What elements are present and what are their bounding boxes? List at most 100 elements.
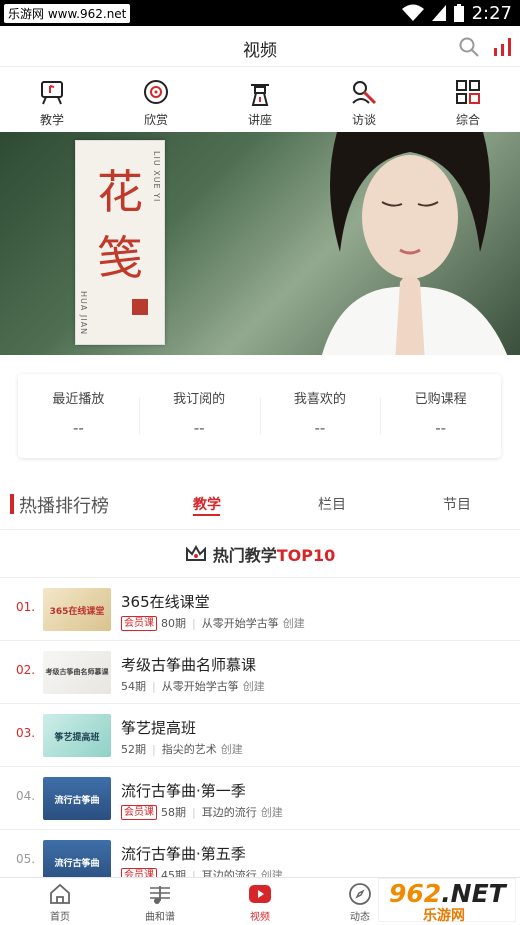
course-meta: 54期 | 从零开始学古筝 创建 <box>121 679 265 694</box>
stat-liked[interactable]: 我喜欢的 -- <box>259 374 381 458</box>
stat-label: 最近播放 <box>52 392 105 407</box>
section-marker <box>10 494 14 514</box>
watermark-label: 乐游网 www.962.net <box>4 4 131 23</box>
list-item[interactable]: 01. 365在线课堂 365在线课堂 会员课 80期 | 从零开始学古筝 创建 <box>0 578 520 641</box>
course-meta: 会员课 80期 | 从零开始学古筝 创建 <box>121 615 305 631</box>
stat-value: -- <box>314 419 326 437</box>
watermark-brand: 962.NET <box>389 879 506 908</box>
course-meta: 会员课 58期 | 耳边的流行 创建 <box>121 804 283 820</box>
tab-teaching[interactable]: 教学 <box>193 494 221 514</box>
course-title: 365在线课堂 <box>121 593 210 611</box>
list-item[interactable]: 02. 考级古筝曲名师慕课 考级古筝曲名师慕课 54期 | 从零开始学古筝 创建 <box>0 641 520 704</box>
course-title: 筝艺提高班 <box>121 719 197 737</box>
category-general[interactable]: 综合 <box>416 67 520 132</box>
user-stats-card: 最近播放 -- 我订阅的 -- 我喜欢的 -- 已购课程 -- <box>18 374 501 458</box>
created-label: 创建 <box>282 617 305 630</box>
course-list: 01. 365在线课堂 365在线课堂 会员课 80期 | 从零开始学古筝 创建… <box>0 578 520 893</box>
clock: 2:27 <box>471 2 512 24</box>
woman-praying-illustration <box>322 132 508 355</box>
course-author: 指尖的艺术 <box>161 743 217 756</box>
ranking-header: 热播排行榜 教学 栏目 节目 <box>0 484 520 530</box>
stat-subscribed[interactable]: 我订阅的 -- <box>138 374 260 458</box>
created-label: 创建 <box>220 743 243 756</box>
nav-video[interactable]: 视频 <box>210 878 310 925</box>
top10-heading: 热门教学TOP10 <box>0 530 520 578</box>
category-interview[interactable]: 访谈 <box>312 67 416 132</box>
category-lecture[interactable]: 讲座 <box>208 67 312 132</box>
red-seal <box>132 299 148 315</box>
category-label: 综合 <box>455 113 480 127</box>
stat-purchased[interactable]: 已购课程 -- <box>380 374 501 458</box>
category-label: 欣赏 <box>143 113 168 127</box>
calligraphy-text: 花笺 <box>97 165 143 285</box>
course-thumbnail: 筝艺提高班 <box>43 714 111 757</box>
episode-count: 52期 <box>121 743 146 756</box>
course-thumbnail: 考级古筝曲名师慕课 <box>43 651 111 694</box>
appreciate-icon <box>144 80 168 104</box>
course-thumbnail: 365在线课堂 <box>43 588 111 631</box>
home-icon <box>50 883 70 904</box>
compass-icon <box>349 883 371 905</box>
tab-programs[interactable]: 节目 <box>443 494 471 514</box>
teaching-icon <box>41 81 63 105</box>
category-teaching[interactable]: 教学 <box>0 67 104 132</box>
lecture-icon <box>251 84 269 106</box>
stat-label: 我喜欢的 <box>293 392 346 407</box>
nav-label: 曲和谱 <box>145 912 175 923</box>
category-label: 访谈 <box>351 113 376 127</box>
stat-value: -- <box>193 419 205 437</box>
member-badge: 会员课 <box>121 804 157 820</box>
category-nav: 教学 欣赏 讲座 访谈 综合 <box>0 67 520 132</box>
nav-home[interactable]: 首页 <box>10 878 110 925</box>
active-tab-underline <box>193 514 220 516</box>
ranking-chart-icon[interactable] <box>492 36 514 58</box>
member-badge: 会员课 <box>121 615 157 631</box>
nav-music-score[interactable]: 曲和谱 <box>110 878 210 925</box>
search-icon[interactable] <box>458 36 480 58</box>
created-label: 创建 <box>242 680 265 693</box>
episode-count: 54期 <box>121 680 146 693</box>
category-label: 教学 <box>39 113 64 127</box>
music-score-icon <box>150 886 170 904</box>
page-title: 视频 <box>243 41 277 61</box>
site-watermark-logo: 962.NET 乐游网 <box>378 878 516 924</box>
signal-icon <box>431 5 446 21</box>
promo-banner[interactable]: 花笺 LIU XUE YI HUA JIAN <box>0 132 520 355</box>
rank-number: 03. <box>16 726 36 740</box>
category-appreciate[interactable]: 欣赏 <box>104 67 208 132</box>
scroll-side-text: HUA JIAN <box>79 291 88 336</box>
course-title: 流行古筝曲·第一季 <box>121 782 246 800</box>
created-label: 创建 <box>260 806 283 819</box>
list-item[interactable]: 04. 流行古筝曲 流行古筝曲·第一季 会员课 58期 | 耳边的流行 创建 <box>0 767 520 830</box>
status-icons: 2:27 <box>401 2 512 24</box>
nav-label: 视频 <box>250 912 270 923</box>
course-meta: 52期 | 指尖的艺术 创建 <box>121 742 243 757</box>
status-bar: 乐游网 www.962.net 2:27 <box>0 0 520 26</box>
stat-label: 我订阅的 <box>173 392 226 407</box>
course-thumbnail: 流行古筝曲 <box>43 777 111 820</box>
scroll-side-text: LIU XUE YI <box>152 151 161 203</box>
interview-icon <box>352 81 377 105</box>
episode-count: 80期 <box>161 617 186 630</box>
list-item[interactable]: 03. 筝艺提高班 筝艺提高班 52期 | 指尖的艺术 创建 <box>0 704 520 767</box>
crown-icon <box>185 544 206 561</box>
thumbnail-caption: 流行古筝曲 <box>54 796 100 806</box>
episode-count: 58期 <box>161 806 186 819</box>
rank-number: 02. <box>16 663 36 677</box>
stat-recent-play[interactable]: 最近播放 -- <box>18 374 139 458</box>
course-title: 考级古筝曲名师慕课 <box>121 656 257 674</box>
thumbnail-caption: 365在线课堂 <box>49 607 105 617</box>
nav-label: 首页 <box>50 912 70 923</box>
stat-value: -- <box>72 419 84 437</box>
battery-icon <box>453 4 464 22</box>
watermark-brand-name: 乐游网 <box>423 908 465 924</box>
nav-label: 动态 <box>350 912 370 923</box>
thumbnail-caption: 筝艺提高班 <box>54 733 100 743</box>
thumbnail-caption: 流行古筝曲 <box>54 859 100 869</box>
tab-columns[interactable]: 栏目 <box>318 494 346 514</box>
stat-value: -- <box>435 419 447 437</box>
calligraphy-scroll: 花笺 LIU XUE YI HUA JIAN <box>75 140 165 345</box>
course-title: 流行古筝曲·第五季 <box>121 845 246 863</box>
top10-title: 热门教学TOP10 <box>212 545 336 565</box>
course-author: 从零开始学古筝 <box>161 680 239 693</box>
